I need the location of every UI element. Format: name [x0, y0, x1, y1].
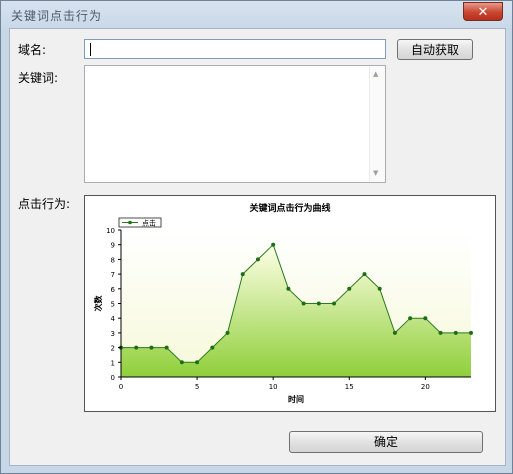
auto-fetch-button[interactable]: 自动获取 — [397, 39, 473, 60]
dialog-window: 关键词点击行为 ✕ 域名: 自动获取 关键词: ▲ ▼ 点击行为: 关键词点击行… — [0, 0, 513, 474]
legend-marker — [128, 220, 132, 225]
domain-input[interactable] — [84, 39, 386, 59]
data-point — [438, 330, 443, 335]
scroll-up-arrow-icon[interactable]: ▲ — [373, 70, 378, 78]
y-tick-label: 5 — [111, 301, 115, 309]
data-point — [164, 345, 169, 350]
dialog-client-area: 域名: 自动获取 关键词: ▲ ▼ 点击行为: 关键词点击行为曲线 0 1 2 3 4 5 6… — [9, 28, 506, 466]
data-point — [134, 345, 139, 350]
keywords-textarea[interactable]: ▲ ▼ — [84, 65, 386, 183]
y-tick-label: 6 — [111, 286, 116, 294]
x-tick-label: 15 — [345, 383, 354, 391]
keywords-scrollbar[interactable]: ▲ ▼ — [369, 66, 385, 182]
y-tick-label: 7 — [111, 271, 115, 279]
domain-label: 域名: — [18, 43, 47, 57]
x-axis-label: 时间 — [288, 394, 304, 404]
data-point — [225, 330, 230, 335]
chart-title: 关键词点击行为曲线 — [249, 202, 330, 214]
data-point — [453, 330, 458, 335]
data-point — [423, 316, 428, 321]
keywords-label: 关键词: — [18, 71, 59, 85]
text-caret — [90, 43, 91, 56]
data-point — [377, 286, 382, 291]
y-tick-label: 3 — [111, 330, 115, 338]
data-point — [347, 286, 352, 291]
data-point — [301, 301, 306, 306]
chart-svg: 关键词点击行为曲线 0 1 2 3 4 5 6 7 8 9 10 0 5 10 15 20 时间 次数 点击 — [93, 202, 473, 404]
y-tick-label: 8 — [111, 256, 115, 264]
window-title: 关键词点击行为 — [11, 9, 103, 23]
y-tick-label: 0 — [111, 374, 115, 382]
y-tick-label: 10 — [106, 227, 115, 235]
data-point — [240, 272, 245, 277]
data-point — [392, 330, 397, 335]
data-point — [469, 330, 473, 335]
ok-button[interactable]: 确定 — [289, 431, 483, 453]
y-tick-label: 9 — [111, 242, 115, 250]
x-tick-label: 10 — [269, 383, 278, 391]
data-point — [408, 316, 413, 321]
data-point — [286, 286, 291, 291]
scroll-down-arrow-icon[interactable]: ▼ — [373, 169, 378, 177]
x-tick-label: 5 — [195, 383, 199, 391]
data-point — [316, 301, 321, 306]
click-behavior-label: 点击行为: — [18, 197, 71, 211]
x-tick-label: 20 — [421, 383, 430, 391]
click-behavior-chart: 关键词点击行为曲线 0 1 2 3 4 5 6 7 8 9 10 0 5 10 15 20 时间 次数 点击 — [84, 195, 496, 412]
data-point — [332, 301, 337, 306]
y-tick-label: 4 — [111, 315, 116, 323]
data-point — [179, 360, 184, 365]
data-point — [195, 360, 200, 365]
data-point — [210, 345, 215, 350]
data-point — [149, 345, 154, 350]
legend-label: 点击 — [142, 219, 156, 228]
data-point — [271, 242, 276, 247]
y-tick-label: 1 — [111, 359, 115, 367]
y-axis-label: 次数 — [93, 295, 103, 312]
data-point — [362, 272, 367, 277]
y-tick-label: 2 — [111, 345, 115, 353]
title-bar: 关键词点击行为 ✕ — [1, 1, 512, 27]
close-button[interactable]: ✕ — [463, 2, 503, 21]
x-tick-label: 0 — [119, 383, 123, 391]
data-point — [255, 257, 260, 262]
